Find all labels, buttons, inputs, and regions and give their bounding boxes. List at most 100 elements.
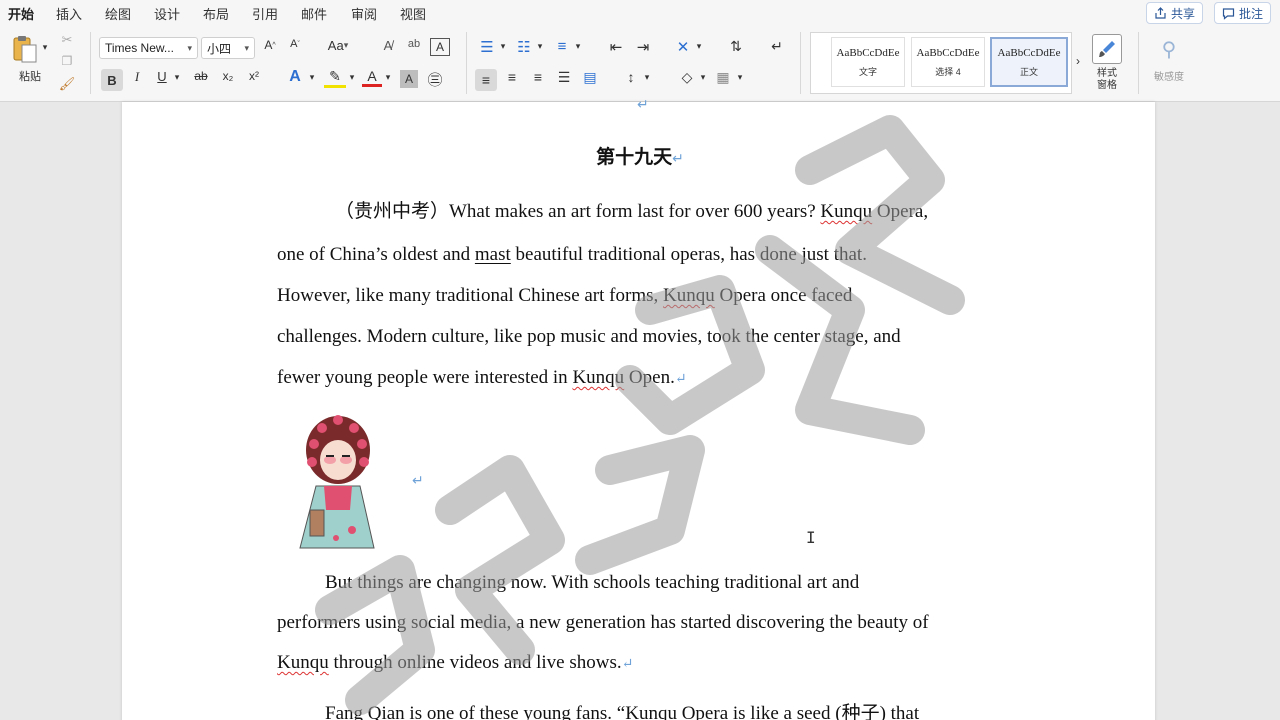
align-center-button[interactable]: ≡ xyxy=(501,69,523,85)
character-shading-icon[interactable]: A xyxy=(400,70,418,88)
paragraph-2-line-2: performers using social media, a new gen… xyxy=(277,612,929,633)
text-run: Opera once faced xyxy=(714,285,853,306)
chevron-right-icon[interactable]: › xyxy=(1073,54,1083,68)
font-color-icon[interactable]: A xyxy=(362,68,382,87)
paste-options-chevron-icon[interactable]: ▾ xyxy=(40,42,50,53)
text-run: Open. xyxy=(624,367,675,388)
font-size-value: 小四 xyxy=(207,41,232,56)
tab-insert[interactable]: 插入 xyxy=(56,4,82,23)
format-painter-icon[interactable]: 🖌 xyxy=(58,76,76,92)
distributed-button[interactable]: ▤ xyxy=(579,69,601,86)
style-name: 选择 4 xyxy=(935,66,961,77)
justify-button[interactable]: ☰ xyxy=(553,69,575,86)
superscript-button[interactable]: x² xyxy=(244,69,264,83)
tab-layout[interactable]: 布局 xyxy=(203,4,229,23)
strikethrough-button[interactable]: ab xyxy=(190,69,212,83)
font-name-select[interactable]: Times New... ▾ xyxy=(99,37,198,59)
grammar-flagged-word: mast xyxy=(474,244,511,265)
paragraph-1-line-4: challenges. Modern culture, like pop mus… xyxy=(277,326,901,347)
tab-design[interactable]: 设计 xyxy=(154,4,180,23)
borders-icon[interactable]: ▦ xyxy=(712,69,734,86)
highlight-icon[interactable]: ✎ xyxy=(324,68,346,88)
tab-mailings[interactable]: 邮件 xyxy=(301,4,327,23)
character-border-icon[interactable]: A xyxy=(430,38,450,56)
style-text[interactable]: AaBbCcDdEe 文字 xyxy=(831,37,905,87)
change-case-label: Aa xyxy=(327,38,344,53)
tab-review[interactable]: 审阅 xyxy=(351,4,377,23)
enclose-characters-icon[interactable]: ㊂ xyxy=(425,69,445,90)
share-button[interactable]: 共享 xyxy=(1146,2,1204,24)
misspelled-word: Kunqu xyxy=(820,201,873,222)
shrink-font-icon[interactable]: Aˇ xyxy=(285,38,305,50)
numbering-chevron-icon[interactable]: ▾ xyxy=(535,41,545,52)
paragraph-mark: ↵ xyxy=(621,657,634,672)
change-case-button[interactable]: Aa ▾ xyxy=(325,38,351,53)
subscript-button[interactable]: x₂ xyxy=(218,69,238,83)
tab-references[interactable]: 引用 xyxy=(252,4,278,23)
font-size-select[interactable]: 小四 ▾ xyxy=(201,37,255,59)
sensitivity-icon[interactable]: ⚲ xyxy=(1152,34,1186,64)
text-run: However, like many traditional Chinese a… xyxy=(277,285,663,306)
text-run: one of China’s oldest and xyxy=(277,244,475,265)
align-right-button[interactable]: ≡ xyxy=(527,69,549,85)
highlight-chevron-icon[interactable]: ▾ xyxy=(347,72,357,83)
ribbon-home: ▾ 粘贴 ✂ ❐ 🖌 Times New... ▾ 小四 ▾ A ^ Aˇ Aa ▾ A… xyxy=(0,26,1280,102)
text-effects-icon[interactable]: A xyxy=(284,68,306,86)
underline-options-chevron-icon[interactable]: ▾ xyxy=(172,72,182,83)
sort-icon[interactable]: ⇅ xyxy=(725,38,747,55)
style-name: 正文 xyxy=(1019,66,1038,77)
underline-button[interactable]: U xyxy=(152,69,172,84)
shading-icon[interactable]: ◇ xyxy=(676,69,698,86)
line-spacing-icon[interactable]: ↕ xyxy=(620,69,642,85)
increase-indent-icon[interactable]: ⇥ xyxy=(632,38,654,56)
tab-home[interactable]: 开始 xyxy=(8,4,35,28)
paragraph-mark: ↵ xyxy=(672,151,684,167)
line-spacing-chevron-icon[interactable]: ▾ xyxy=(642,72,652,83)
paragraph-mark: ↵ xyxy=(674,372,687,387)
ribbon-tab-bar: 开始 插入 绘图 设计 布局 引用 邮件 审阅 视图 共享 批注 xyxy=(0,0,1280,28)
paragraph-1-line-1: （贵州中考）What makes an art form last for ov… xyxy=(335,196,928,223)
shading-chevron-icon[interactable]: ▾ xyxy=(698,72,708,83)
clear-formatting-icon[interactable]: A̸ xyxy=(378,38,398,53)
text-run: beautiful traditional operas, has done j… xyxy=(510,244,867,265)
phonetic-guide-icon[interactable]: ab xyxy=(404,38,424,50)
misspelled-word: Kunqu xyxy=(663,285,715,306)
font-color-chevron-icon[interactable]: ▾ xyxy=(383,72,393,83)
text-run: through online videos and live shows. xyxy=(328,652,622,673)
multilevel-list-icon[interactable]: ≡ xyxy=(551,38,573,55)
paragraph-1-line-2: one of China’s oldest and mast beautiful… xyxy=(277,244,867,266)
chevron-down-icon: ▾ xyxy=(187,42,192,53)
cut-icon[interactable]: ✂ xyxy=(58,32,76,48)
text-effects-chevron-icon[interactable]: ▾ xyxy=(307,72,317,83)
text-run: Opera, xyxy=(872,201,929,222)
text-cursor-icon: I xyxy=(806,528,816,547)
comments-button[interactable]: 批注 xyxy=(1214,2,1272,24)
share-icon xyxy=(1155,6,1166,19)
style-name: 文字 xyxy=(858,66,877,77)
bold-button[interactable]: B xyxy=(101,69,123,91)
clipboard-icon xyxy=(13,36,37,63)
tab-draw[interactable]: 绘图 xyxy=(105,4,131,23)
bullets-chevron-icon[interactable]: ▾ xyxy=(498,41,508,52)
comments-label: 批注 xyxy=(1239,6,1264,21)
italic-button[interactable]: I xyxy=(127,69,147,85)
style-selection-4[interactable]: AaBbCcDdEe 选择 4 xyxy=(911,37,985,87)
style-preview: AaBbCcDdEe xyxy=(836,46,900,59)
paste-button[interactable] xyxy=(10,34,40,64)
misspelled-word: Kunqu xyxy=(572,367,625,388)
copy-icon[interactable]: ❐ xyxy=(58,54,76,68)
show-formatting-icon[interactable]: ↵ xyxy=(766,38,788,55)
multilevel-chevron-icon[interactable]: ▾ xyxy=(573,41,583,52)
style-normal[interactable]: AaBbCcDdEe 正文 xyxy=(990,37,1068,87)
asian-layout-icon[interactable]: ✕ xyxy=(672,38,694,56)
styles-pane-button[interactable] xyxy=(1092,34,1122,64)
opera-figure-image[interactable] xyxy=(290,410,382,550)
borders-chevron-icon[interactable]: ▾ xyxy=(735,72,745,83)
grow-font-icon[interactable]: A ^ xyxy=(260,38,280,52)
decrease-indent-icon[interactable]: ⇤ xyxy=(605,38,627,56)
numbering-icon[interactable]: ☷ xyxy=(513,38,535,56)
bullets-icon[interactable]: ☰ xyxy=(476,38,498,56)
align-left-button[interactable]: ≡ xyxy=(475,69,497,91)
asian-layout-chevron-icon[interactable]: ▾ xyxy=(694,41,704,52)
tab-view[interactable]: 视图 xyxy=(400,4,426,23)
